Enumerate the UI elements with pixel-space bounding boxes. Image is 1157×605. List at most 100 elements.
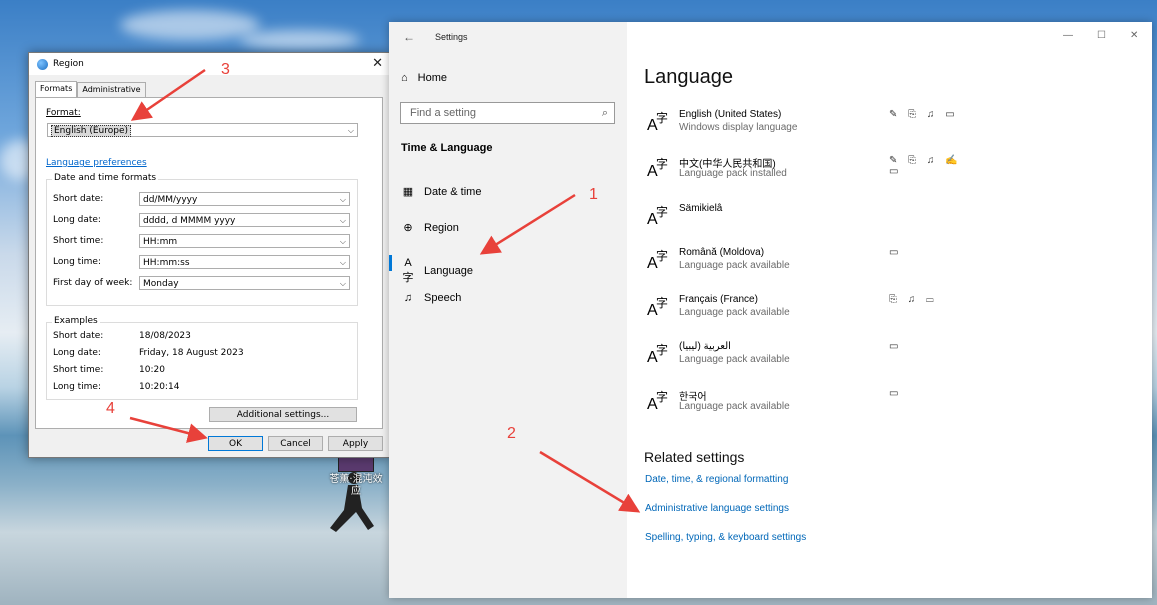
- apply-button[interactable]: Apply: [328, 436, 383, 451]
- language-feature-icons: ✎ ⎘ ♫ ▭: [889, 109, 959, 120]
- language-name: English (United States): [679, 109, 782, 120]
- language-status: Language pack available: [679, 260, 790, 271]
- language-glyph-icon: A字: [647, 205, 669, 228]
- tab-administrative[interactable]: Administrative: [77, 82, 146, 98]
- nav-item-label: Language: [424, 265, 473, 277]
- example-label: Long date:: [53, 348, 101, 358]
- example-value: Friday, 18 August 2023: [139, 348, 244, 358]
- field-value: Monday: [143, 279, 179, 289]
- field-value: dd/MM/yyyy: [143, 195, 198, 205]
- long-date-select[interactable]: dddd, d MMMM yyyy ⌵: [139, 213, 350, 227]
- chevron-down-icon: ⌵: [339, 216, 346, 225]
- related-settings-title: Related settings: [644, 449, 745, 465]
- field-label: Long time:: [53, 257, 102, 267]
- chevron-down-icon: ⌵: [339, 237, 346, 246]
- chevron-down-icon: ⌵: [339, 195, 346, 204]
- region-tabs: Formats Administrative: [35, 81, 146, 100]
- example-value: 18/08/2023: [139, 331, 191, 341]
- shortcut-label: 苍薰·混沌效应: [329, 474, 383, 497]
- language-name: Sämikielâ: [679, 203, 723, 214]
- examples-group: Examples Short date: 18/08/2023 Long dat…: [46, 316, 358, 400]
- search-placeholder: Find a setting: [410, 107, 477, 119]
- language-name: Română (Moldova): [679, 247, 765, 258]
- cloud: [120, 10, 260, 40]
- long-time-select[interactable]: HH:mm:ss ⌵: [139, 255, 350, 269]
- example-value: 10:20:14: [139, 382, 180, 392]
- language-item[interactable]: A字 Sämikielâ: [647, 201, 977, 241]
- language-feature-icons: ▭: [889, 388, 903, 399]
- nav-item-date-time[interactable]: ▦ Date & time: [401, 185, 482, 199]
- format-value: English (Europe): [51, 125, 132, 137]
- language-glyph-icon: A字: [647, 390, 669, 413]
- language-glyph-icon: A字: [647, 296, 669, 319]
- example-label: Short time:: [53, 365, 104, 375]
- nav-section-title: Time & Language: [401, 142, 493, 154]
- window-title: Settings: [435, 32, 468, 42]
- back-arrow-icon[interactable]: ←: [403, 30, 415, 44]
- format-select[interactable]: English (Europe) ⌵: [47, 123, 358, 137]
- short-time-select[interactable]: HH:mm ⌵: [139, 234, 350, 248]
- example-label: Short date:: [53, 331, 104, 341]
- cloud: [240, 30, 360, 50]
- language-name: العربية (ليبيا): [679, 341, 731, 352]
- language-status: Language pack available: [679, 354, 790, 365]
- language-item[interactable]: A字 한국어 Language pack available ▭: [647, 386, 977, 426]
- language-feature-icons: ▭: [889, 247, 903, 258]
- calendar-clock-icon: ▦: [402, 186, 414, 198]
- language-item[interactable]: A字 English (United States) Windows displ…: [647, 107, 977, 147]
- language-item[interactable]: A字 العربية (ليبيا) Language pack availab…: [647, 339, 977, 379]
- annotation-number-2: 2: [507, 425, 516, 442]
- nav-item-label: Region: [424, 221, 459, 234]
- example-value: 10:20: [139, 365, 165, 375]
- home-icon: ⌂: [401, 72, 408, 84]
- field-value: HH:mm: [143, 237, 178, 247]
- region-titlebar: Region: [29, 53, 389, 75]
- search-icon: ⌕: [601, 107, 608, 119]
- field-label: Long date:: [53, 215, 101, 225]
- field-value: HH:mm:ss: [143, 258, 190, 268]
- close-icon[interactable]: ✕: [1130, 30, 1138, 41]
- chevron-down-icon: ⌵: [339, 258, 346, 267]
- language-feature-icons: ⎘ ♫ ▭: [889, 294, 938, 305]
- formats-panel: Format: English (Europe) ⌵ Language pref…: [35, 97, 383, 429]
- field-label: Short date:: [53, 194, 104, 204]
- globe-icon: [37, 58, 48, 70]
- settings-nav: ← Settings ⌂ Home Find a setting ⌕ Time …: [389, 22, 627, 598]
- cancel-button[interactable]: Cancel: [268, 436, 323, 451]
- language-item[interactable]: A字 Français (France) Language pack avail…: [647, 292, 977, 332]
- field-label: First day of week:: [53, 278, 133, 288]
- link-administrative-language[interactable]: Administrative language settings: [645, 503, 789, 514]
- field-value: dddd, d MMMM yyyy: [143, 216, 236, 226]
- language-item[interactable]: A字 中文(中华人民共和国) Language pack installed ✎…: [647, 153, 977, 193]
- language-status: Windows display language: [679, 122, 798, 133]
- first-day-select[interactable]: Monday ⌵: [139, 276, 350, 290]
- language-glyph-icon: A字: [647, 157, 669, 180]
- nav-item-language[interactable]: A字 Language: [389, 255, 473, 285]
- language-name: Français (France): [679, 294, 758, 305]
- maximize-icon[interactable]: ☐: [1097, 30, 1106, 41]
- date-time-formats-group: Date and time formats Short date: dd/MM/…: [46, 173, 358, 306]
- annotation-number-3: 3: [221, 61, 230, 78]
- nav-home-label: Home: [417, 72, 447, 84]
- language-item[interactable]: A字 Română (Moldova) Language pack availa…: [647, 245, 977, 285]
- example-label: Long time:: [53, 382, 102, 392]
- language-status: Language pack available: [679, 401, 790, 412]
- additional-settings-button[interactable]: Additional settings...: [209, 407, 357, 422]
- language-status: Language pack installed: [679, 168, 787, 179]
- language-glyph-icon: A字: [647, 111, 669, 134]
- link-date-time-regional[interactable]: Date, time, & regional formatting: [645, 474, 788, 485]
- ok-button[interactable]: OK: [208, 436, 263, 451]
- language-preferences-link[interactable]: Language preferences: [46, 158, 147, 168]
- field-label: Short time:: [53, 236, 104, 246]
- language-glyph-icon: A字: [647, 343, 669, 366]
- nav-home[interactable]: ⌂ Home: [401, 72, 447, 84]
- short-date-select[interactable]: dd/MM/yyyy ⌵: [139, 192, 350, 206]
- minimize-icon[interactable]: —: [1063, 30, 1073, 41]
- nav-item-speech[interactable]: ♫ Speech: [401, 292, 461, 304]
- nav-item-region[interactable]: ⊕ Region: [401, 221, 459, 235]
- link-spelling-typing[interactable]: Spelling, typing, & keyboard settings: [645, 532, 806, 543]
- close-icon[interactable]: ✕: [372, 56, 383, 71]
- language-feature-icons: ✎ ⎘ ♫ ✍ ▭: [889, 155, 962, 177]
- search-input[interactable]: Find a setting ⌕: [400, 102, 615, 124]
- region-title: Region: [53, 59, 84, 69]
